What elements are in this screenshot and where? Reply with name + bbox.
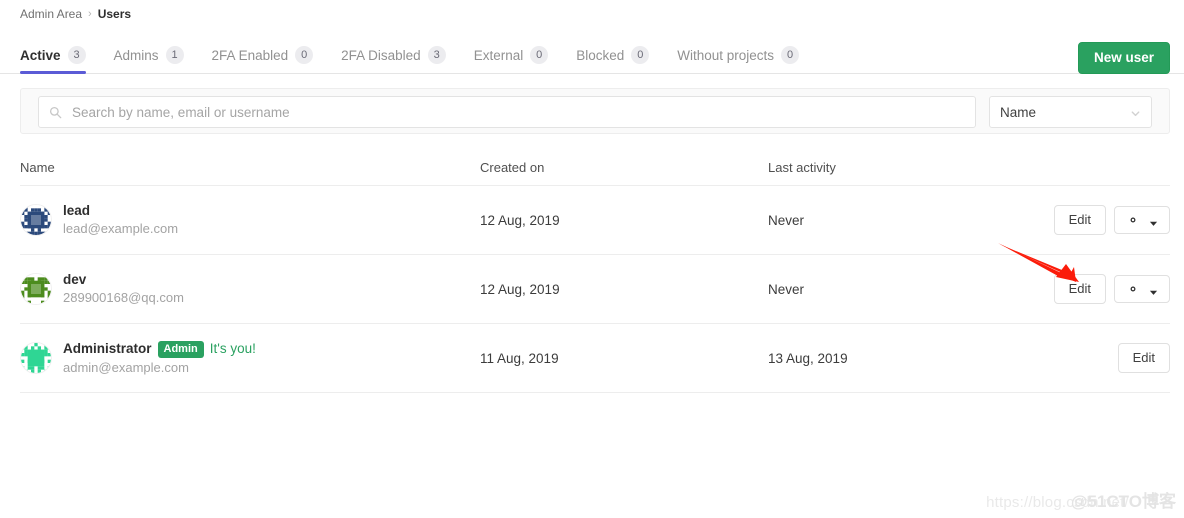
tab-label: 2FA Enabled: [211, 47, 289, 63]
avatar: [20, 204, 52, 236]
tabs-container: Active 3 Admins 1 2FA Enabled 0 2FA Disabled 3 E…: [20, 36, 813, 74]
avatar: [20, 273, 52, 305]
user-title: dev: [63, 272, 184, 288]
avatar: [20, 342, 52, 374]
tab-count-badge: 0: [295, 46, 314, 64]
breadcrumb-users: Users: [97, 7, 132, 21]
users-table: Name Created on Last activity lead lead@e…: [20, 150, 1170, 393]
its-you-label: It's you!: [209, 341, 256, 356]
watermark: https://blog.csdn.net/ @51CTO博客: [986, 487, 1176, 512]
table-header-row: Name Created on Last activity: [20, 150, 1170, 186]
sort-dropdown[interactable]: Name: [989, 96, 1152, 128]
cell-created-on: 11 Aug, 2019: [480, 350, 559, 366]
user-title: lead: [63, 203, 178, 219]
tab-admins[interactable]: Admins 1: [100, 36, 198, 74]
tab-2fa-enabled[interactable]: 2FA Enabled 0: [198, 36, 328, 74]
filter-toolbar: Name: [20, 88, 1170, 134]
user-email: admin@example.com: [63, 359, 189, 375]
caret-down-icon: [1149, 285, 1158, 295]
user-settings-dropdown-button[interactable]: [1114, 275, 1170, 303]
breadcrumb: Admin Area › Users: [20, 6, 131, 22]
admin-users-page: Admin Area › Users Active 3 Admins 1 2FA Ena…: [0, 0, 1184, 518]
tab-without-projects[interactable]: Without projects 0: [663, 36, 813, 74]
table-row: lead lead@example.com 12 Aug, 2019 Never Edi…: [20, 186, 1170, 255]
tab-count-badge: 0: [781, 46, 800, 64]
tab-count-badge: 0: [631, 46, 650, 64]
gear-icon: [1126, 213, 1140, 227]
new-user-button[interactable]: New user: [1077, 42, 1170, 74]
breadcrumb-separator-icon: ›: [88, 8, 92, 20]
cell-actions: Edit: [1010, 343, 1170, 373]
watermark-url: https://blog.csdn.net/: [986, 494, 1129, 511]
user-settings-dropdown-button[interactable]: [1114, 206, 1170, 234]
cell-user: dev 289900168@qq.com: [20, 272, 480, 306]
table-row: dev 289900168@qq.com 12 Aug, 2019 Never Edit: [20, 255, 1170, 324]
tab-label: External: [473, 47, 524, 63]
tab-label: Blocked: [576, 47, 625, 63]
tab-bar: Active 3 Admins 1 2FA Enabled 0 2FA Disabled 3 E…: [0, 36, 1184, 74]
cell-last-activity: Never: [768, 281, 805, 297]
tab-label: 2FA Disabled: [341, 47, 421, 63]
tab-count-badge: 1: [165, 46, 184, 64]
search-box[interactable]: [38, 96, 976, 128]
user-meta: Administrator Admin It's you! admin@example…: [63, 340, 256, 376]
search-input[interactable]: [70, 103, 965, 121]
watermark-handle: @51CTO博客: [1070, 492, 1176, 511]
cell-user: lead lead@example.com: [20, 203, 480, 237]
edit-button[interactable]: Edit: [1053, 274, 1106, 304]
column-header-name: Name: [20, 160, 55, 175]
cell-created-on: 12 Aug, 2019: [480, 212, 560, 228]
tab-label: Without projects: [677, 47, 775, 63]
tab-2fa-disabled[interactable]: 2FA Disabled 3: [327, 36, 460, 74]
tab-label: Active: [20, 47, 61, 63]
status-badge: Admin: [157, 340, 204, 358]
tab-count-badge: 3: [427, 46, 446, 64]
user-email: 289900168@qq.com: [63, 290, 184, 305]
search-icon: [49, 106, 62, 119]
user-meta: lead lead@example.com: [63, 203, 178, 237]
user-name-link[interactable]: dev: [63, 272, 86, 288]
edit-button[interactable]: Edit: [1117, 343, 1170, 373]
user-email: lead@example.com: [63, 221, 179, 236]
chevron-down-icon: [1130, 107, 1141, 118]
tab-count-badge: 0: [530, 46, 549, 64]
user-name-link[interactable]: Administrator: [63, 341, 152, 357]
table-row: Administrator Admin It's you! admin@example…: [20, 324, 1170, 393]
table-body: lead lead@example.com 12 Aug, 2019 Never Edi…: [20, 186, 1170, 393]
cell-last-activity: Never: [768, 212, 805, 228]
user-title: Administrator Admin It's you!: [63, 340, 256, 358]
tab-label: Admins: [113, 47, 159, 63]
tab-external[interactable]: External 0: [460, 36, 563, 74]
tab-blocked[interactable]: Blocked 0: [562, 36, 663, 74]
column-header-last-activity: Last activity: [768, 160, 836, 175]
breadcrumb-admin-area[interactable]: Admin Area: [20, 6, 82, 22]
user-meta: dev 289900168@qq.com: [63, 272, 184, 306]
cell-actions: Edit: [1010, 205, 1170, 235]
column-header-created-on: Created on: [480, 160, 545, 175]
cell-created-on: 12 Aug, 2019: [480, 281, 560, 297]
tab-count-badge: 3: [67, 46, 86, 64]
edit-button[interactable]: Edit: [1053, 205, 1106, 235]
caret-down-icon: [1149, 216, 1158, 226]
tab-active[interactable]: Active 3: [20, 36, 100, 74]
cell-actions: Edit: [1010, 274, 1170, 304]
cell-last-activity: 13 Aug, 2019: [768, 350, 848, 366]
user-name-link[interactable]: lead: [63, 203, 90, 219]
cell-user: Administrator Admin It's you! admin@example…: [20, 340, 480, 376]
gear-icon: [1126, 282, 1140, 296]
sort-dropdown-value: Name: [1000, 104, 1037, 120]
